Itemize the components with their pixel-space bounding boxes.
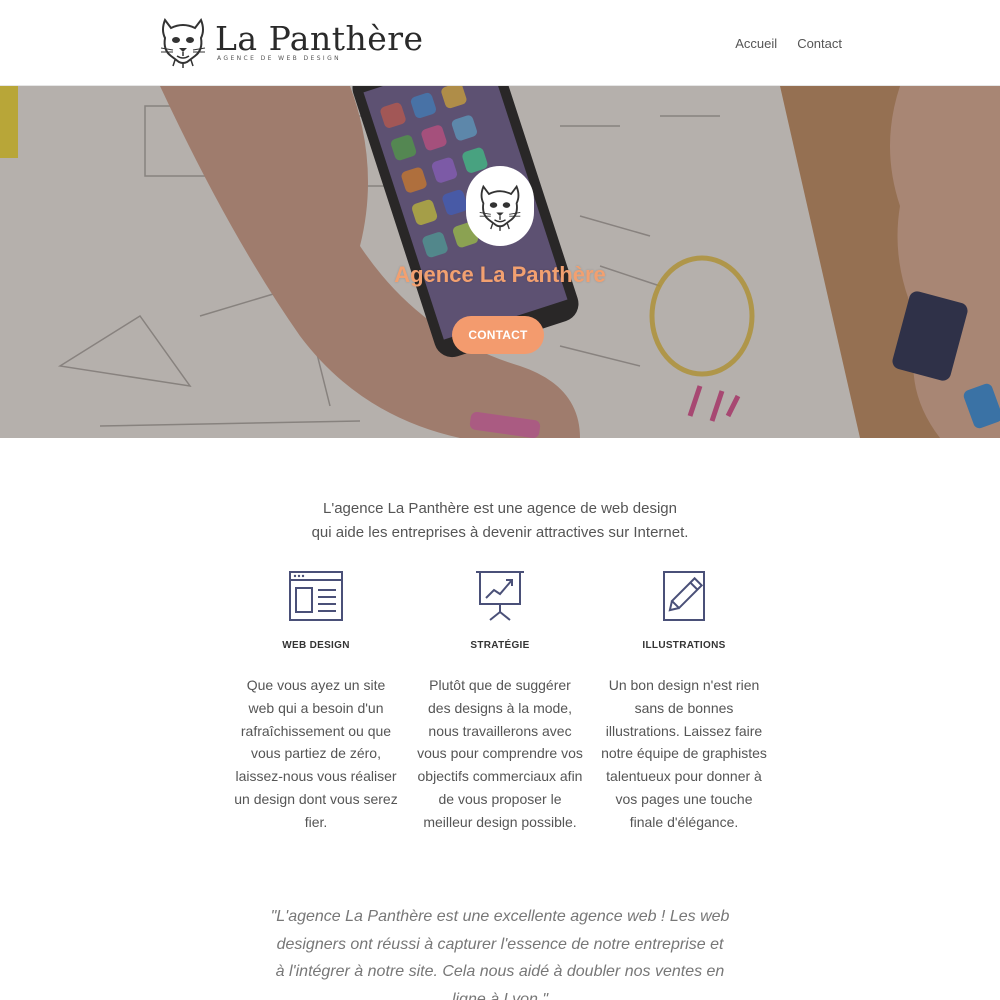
site-header: La Panthère AGENCE DE WEB DESIGN Accueil… xyxy=(0,0,1000,86)
feature-title: ILLUSTRATIONS xyxy=(642,640,726,651)
feature-title: STRATÉGIE xyxy=(470,640,530,651)
feature-strategie: STRATÉGIE Plutôt que de suggérer des des… xyxy=(410,568,590,834)
main-nav: Accueil Contact xyxy=(735,36,842,51)
testimonial-quote: "L'agence La Panthère est une excellente… xyxy=(270,908,730,1000)
intro-text: L'agence La Panthère est une agence de w… xyxy=(0,497,1000,545)
pencil-icon xyxy=(663,571,705,621)
hero-section: Agence La Panthère CONTACT xyxy=(0,86,1000,438)
feature-web-design: WEB DESIGN Que vous ayez un site web qui… xyxy=(226,568,406,834)
intro-line-1: L'agence La Panthère est une agence de w… xyxy=(323,500,677,517)
logo[interactable]: La Panthère AGENCE DE WEB DESIGN xyxy=(157,14,424,68)
feature-text: Plutôt que de suggérer des designs à la … xyxy=(417,677,583,830)
panther-head-icon xyxy=(479,184,521,231)
logo-title: La Panthère xyxy=(215,18,424,58)
strategy-chart-icon xyxy=(476,571,524,621)
feature-text: Un bon design n'est rien sans de bonnes … xyxy=(601,677,767,830)
nav-link-contact[interactable]: Contact xyxy=(797,36,842,51)
panther-logo-icon xyxy=(160,17,206,68)
contact-button[interactable]: CONTACT xyxy=(452,316,544,354)
nav-link-accueil[interactable]: Accueil xyxy=(735,36,777,51)
feature-text: Que vous ayez un site web qui a besoin d… xyxy=(234,677,398,830)
web-design-icon xyxy=(289,571,343,621)
feature-title: WEB DESIGN xyxy=(282,640,350,651)
hero-title: Agence La Panthère xyxy=(394,262,606,287)
feature-illustrations: ILLUSTRATIONS Un bon design n'est rien s… xyxy=(594,568,774,834)
features-section: WEB DESIGN Que vous ayez un site web qui… xyxy=(226,568,774,834)
intro-line-2: qui aide les entreprises à devenir attra… xyxy=(311,524,689,541)
hero-logo-badge xyxy=(466,166,534,246)
